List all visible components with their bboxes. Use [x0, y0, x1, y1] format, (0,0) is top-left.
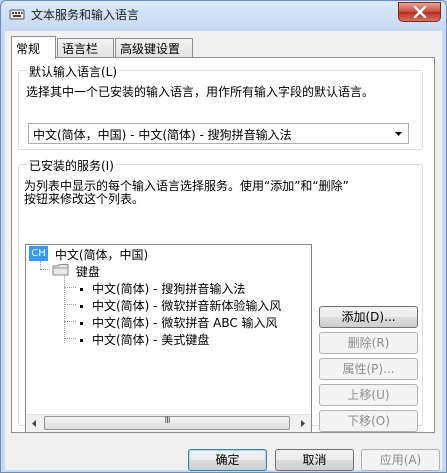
scroll-grip: III	[164, 416, 171, 426]
tab-panel-general: 默认输入语言(L) 选择其中一个已安装的输入语言，用作所有输入字段的默认语言。 …	[11, 57, 435, 433]
services-tree[interactable]: CH 中文(简体，中国) 键盘 中文(简体) - 搜狗拼音输入法 中文(简体) …	[25, 244, 312, 433]
installed-services-description-2: 按钮来修改这个列表。	[24, 192, 145, 206]
tree-connector	[40, 261, 41, 269]
chevron-down-icon	[391, 126, 406, 141]
tree-connector	[64, 304, 76, 305]
language-badge: CH	[29, 246, 48, 261]
tree-connector	[64, 321, 76, 322]
default-language-description: 选择其中一个已安装的输入语言，用作所有输入字段的默认语言。	[26, 85, 375, 99]
dialog-window: 文本服务和输入语言 常规 语言栏 高级键设置 默认输入语言(L) 选择其中一个已…	[0, 0, 447, 473]
tab-general[interactable]: 常规	[11, 36, 56, 59]
tree-item-label: 中文(简体) - 微软拼音新体验输入风	[92, 299, 282, 313]
scroll-thumb[interactable]: III	[44, 416, 290, 430]
scroll-right-button[interactable]	[294, 415, 311, 432]
move-up-button[interactable]: 上移(U)	[319, 384, 418, 406]
tree-item[interactable]: 中文(简体) - 美式键盘	[80, 331, 209, 347]
tree-connector	[40, 269, 50, 270]
properties-button[interactable]: 属性(P)...	[319, 358, 418, 380]
bullet-icon	[80, 339, 83, 342]
bullet-icon	[80, 322, 83, 325]
tree-connector	[64, 287, 76, 288]
folder-icon	[52, 263, 70, 280]
tab-advanced-key-settings[interactable]: 高级键设置	[115, 38, 193, 57]
arrow-left-icon	[32, 420, 36, 427]
arrow-right-icon	[301, 420, 305, 427]
cancel-button[interactable]: 取消	[275, 449, 354, 471]
tree-item-label: 中文(简体) - 微软拼音 ABC 输入风	[92, 316, 278, 330]
tree-item[interactable]: 中文(简体) - 微软拼音 ABC 输入风	[80, 314, 278, 330]
close-icon	[413, 6, 427, 18]
apply-button[interactable]: 应用(A)	[361, 449, 440, 471]
default-language-select[interactable]: 中文(简体，中国) - 中文(简体) - 搜狗拼音输入法	[28, 123, 409, 144]
scroll-left-button[interactable]	[26, 415, 43, 432]
tree-connector	[64, 338, 76, 339]
tree-item-label: 中文(简体) - 搜狗拼音输入法	[92, 282, 246, 296]
tree-item-label: 中文(简体) - 美式键盘	[92, 333, 210, 347]
installed-services-description-1: 为列表中显示的每个输入语言选择服务。使用“添加”和“删除”	[24, 179, 349, 193]
default-language-title: 默认输入语言(L)	[27, 63, 120, 80]
tree-category-label: 键盘	[75, 265, 100, 279]
installed-services-title: 已安装的服务(I)	[27, 157, 116, 174]
horizontal-scrollbar[interactable]: III	[26, 414, 311, 432]
tree-item[interactable]: 中文(简体) - 微软拼音新体验输入风	[80, 297, 281, 313]
dialog-client: 常规 语言栏 高级键设置 默认输入语言(L) 选择其中一个已安装的输入语言，用作…	[5, 31, 442, 471]
close-button[interactable]	[398, 2, 441, 22]
bullet-icon	[80, 305, 83, 308]
ok-button[interactable]: 确定	[188, 449, 267, 471]
remove-button[interactable]: 删除(R)	[319, 332, 418, 354]
tree-item[interactable]: 中文(简体) - 搜狗拼音输入法	[80, 280, 245, 296]
bullet-icon	[80, 288, 83, 291]
move-down-button[interactable]: 下移(O)	[319, 410, 418, 432]
add-button[interactable]: 添加(D)...	[319, 306, 418, 328]
tree-node-language[interactable]: CH 中文(简体，中国)	[29, 246, 148, 262]
tree-language-label: 中文(简体，中国)	[54, 248, 149, 262]
tree-connector	[64, 274, 65, 343]
keyboard-icon	[9, 6, 25, 22]
tree-node-keyboard[interactable]: 键盘	[52, 263, 100, 279]
title-bar[interactable]: 文本服务和输入语言	[1, 1, 446, 27]
window-title: 文本服务和输入语言	[31, 8, 140, 22]
tab-language-bar[interactable]: 语言栏	[57, 38, 114, 57]
default-language-value: 中文(简体，中国) - 中文(简体) - 搜狗拼音输入法	[33, 128, 292, 142]
